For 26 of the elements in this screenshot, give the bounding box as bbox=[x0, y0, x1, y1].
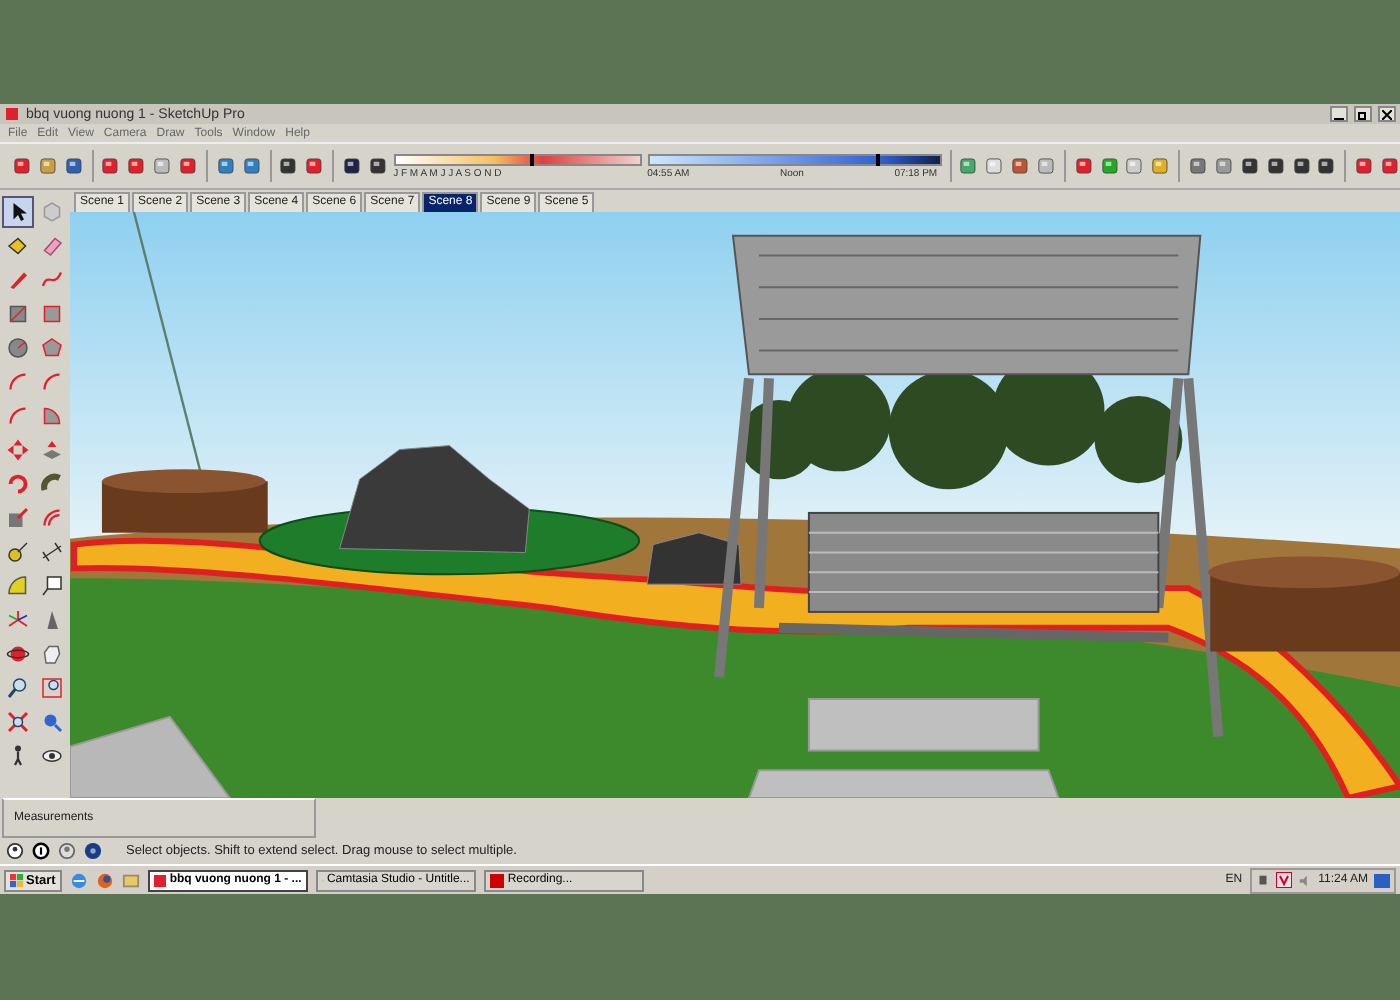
network-icon[interactable] bbox=[1256, 873, 1271, 887]
user-icon[interactable] bbox=[58, 842, 76, 860]
zoom-window-icon[interactable] bbox=[36, 672, 68, 704]
rock bbox=[646, 532, 742, 585]
time-slider[interactable] bbox=[647, 153, 942, 165]
slider-thumb[interactable] bbox=[529, 153, 534, 165]
zoom-extents-icon[interactable] bbox=[2, 706, 34, 738]
desktop-icon[interactable] bbox=[1374, 873, 1390, 887]
restore-button[interactable] bbox=[1354, 106, 1372, 122]
restore-icon bbox=[1358, 109, 1368, 119]
browser-e-icon[interactable] bbox=[69, 871, 88, 889]
tape-measure-icon[interactable] bbox=[2, 536, 34, 568]
close-button[interactable] bbox=[1378, 106, 1396, 122]
app-logo-icon bbox=[4, 106, 20, 122]
circle-icon[interactable] bbox=[2, 332, 34, 364]
month-slider[interactable] bbox=[393, 153, 642, 165]
windows-logo-icon bbox=[10, 873, 24, 887]
minimize-button[interactable] bbox=[1330, 106, 1348, 122]
v-logo-icon[interactable] bbox=[1276, 872, 1293, 888]
help-icon[interactable] bbox=[84, 842, 102, 860]
slider-thumb[interactable] bbox=[875, 153, 880, 165]
fox-globe-icon[interactable] bbox=[95, 871, 114, 889]
close-icon bbox=[1382, 109, 1392, 119]
geo-location-icon[interactable] bbox=[6, 842, 24, 860]
move-arrows-icon[interactable] bbox=[2, 434, 34, 466]
info-icon[interactable] bbox=[32, 842, 50, 860]
